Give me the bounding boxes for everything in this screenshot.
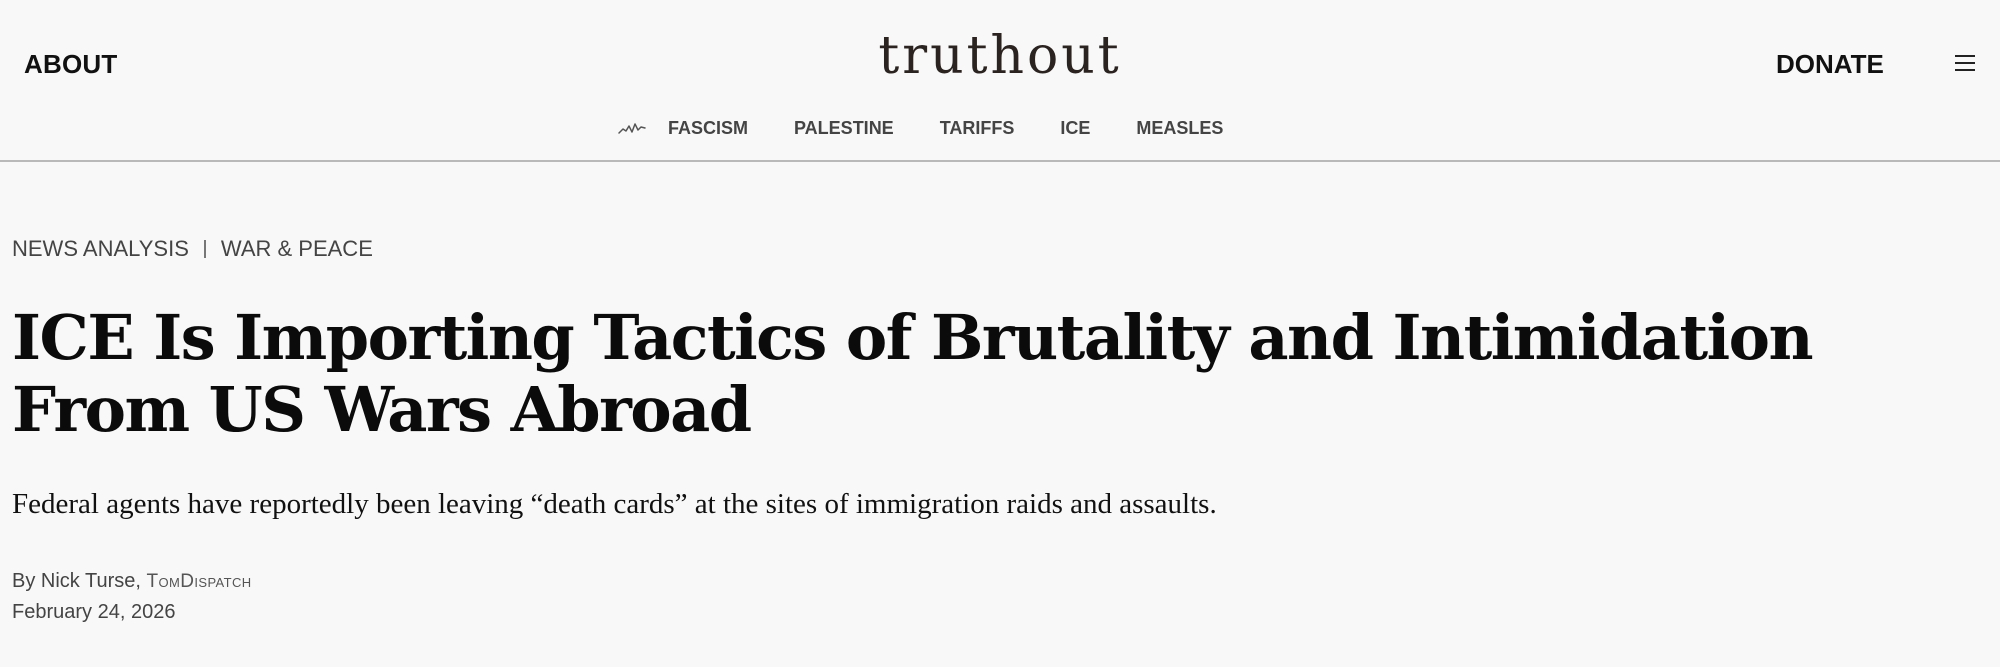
- breadcrumb: NEWS ANALYSIS WAR & PEACE: [12, 236, 373, 262]
- breadcrumb-war-and-peace[interactable]: WAR & PEACE: [221, 236, 373, 262]
- trend-line-icon: [618, 123, 646, 134]
- trending-topics-nav: FASCISM PALESTINE TARIFFS ICE MEASLES: [618, 113, 1223, 143]
- article-dek: Federal agents have reportedly been leav…: [12, 488, 1217, 520]
- author-link[interactable]: Nick Turse: [41, 570, 135, 592]
- nav-item-ice[interactable]: ICE: [1060, 118, 1090, 139]
- breadcrumb-divider: [203, 240, 206, 258]
- hamburger-menu-icon[interactable]: [1955, 55, 1975, 71]
- article-title: ICE Is Importing Tactics of Brutality an…: [12, 301, 1814, 446]
- byline-prefix: By: [12, 570, 41, 592]
- publish-date: February 24, 2026: [12, 601, 176, 623]
- truthout-logo[interactable]: truthout: [0, 26, 2000, 86]
- site-header: ABOUT truthout DONATE FASCISM PALESTINE …: [0, 0, 2000, 162]
- nav-item-fascism[interactable]: FASCISM: [668, 118, 748, 139]
- donate-button[interactable]: DONATE: [1776, 49, 1884, 80]
- nav-item-measles[interactable]: MEASLES: [1136, 118, 1223, 139]
- nav-item-tariffs[interactable]: TARIFFS: [940, 118, 1015, 139]
- breadcrumb-news-analysis[interactable]: NEWS ANALYSIS: [12, 236, 189, 262]
- nav-item-palestine[interactable]: PALESTINE: [794, 118, 894, 139]
- source-name[interactable]: TomDispatch: [147, 571, 252, 592]
- article-byline: By Nick Turse, TomDispatch: [12, 566, 252, 597]
- byline-separator: ,: [135, 570, 147, 592]
